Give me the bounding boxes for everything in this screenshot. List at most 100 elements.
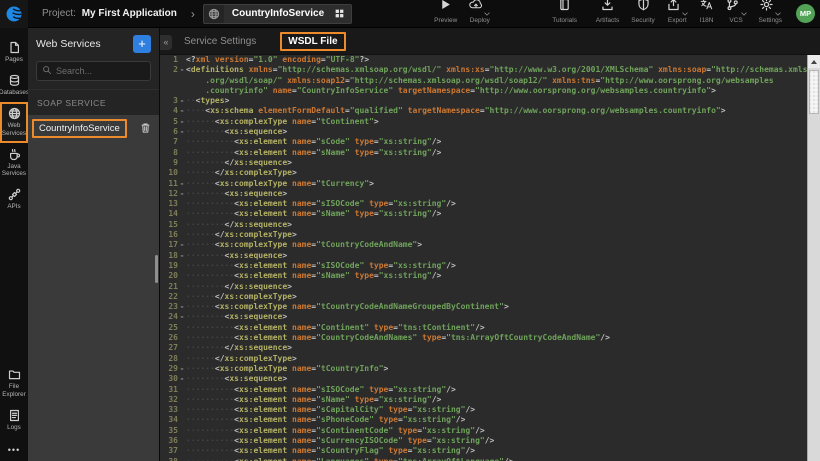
code-text[interactable]: <?xml version="1.0" encoding="UTF-8"?> (186, 55, 369, 65)
fold-toggle-icon[interactable]: - (178, 65, 186, 75)
code-line: 27········</xs:sequence> (160, 343, 807, 353)
tab-wsdl-file[interactable]: WSDL File (280, 32, 345, 51)
tab-service-settings[interactable]: Service Settings (184, 36, 256, 47)
security-button[interactable]: Security (625, 0, 660, 28)
line-number: 16 (163, 230, 178, 240)
code-text[interactable]: ··<types> (186, 96, 229, 106)
code-text[interactable]: .countryinfo" name="CountryInfoService" … (186, 86, 716, 96)
fold-toggle-icon[interactable]: - (178, 374, 186, 384)
code-text[interactable]: ··········<xs:element name="sName" type=… (186, 271, 441, 281)
code-text[interactable]: ··········<xs:element name="sCurrencyISO… (186, 436, 494, 446)
sidebar-item-logs[interactable]: Logs (0, 404, 28, 437)
code-text[interactable]: .org/wsdl/soap/" xmlns:soap12="http://sc… (186, 76, 774, 86)
export-button[interactable]: Export (661, 0, 694, 28)
code-text[interactable]: ··········<xs:element name="sCountryFlag… (186, 446, 475, 456)
code-text[interactable]: ····<xs:schema elementFormDefault="quali… (186, 106, 726, 116)
code-text[interactable]: ······</xs:complexType> (186, 168, 297, 178)
fold-toggle-icon[interactable]: - (178, 106, 186, 116)
action-label: Preview (434, 17, 457, 24)
sidebar-more-button[interactable]: ••• (8, 437, 20, 461)
artifacts-button[interactable]: Artifacts (590, 0, 625, 28)
code-text[interactable]: <definitions xmlns="http://schemas.xmlso… (186, 65, 807, 75)
fold-toggle-icon (178, 343, 186, 353)
code-text[interactable]: ········</xs:sequence> (186, 343, 292, 353)
service-search[interactable] (36, 61, 151, 81)
fold-toggle-icon[interactable]: - (178, 179, 186, 189)
code-text[interactable]: ········<xs:sequence> (186, 312, 287, 322)
collapse-panel-button[interactable]: « (160, 35, 172, 50)
search-input[interactable] (56, 66, 146, 76)
fold-toggle-icon[interactable]: - (178, 312, 186, 322)
code-line: 6-········<xs:sequence> (160, 127, 807, 137)
code-text[interactable]: ··········<xs:element name="sCapitalCity… (186, 405, 475, 415)
sidebar-item-label: APIs (7, 203, 20, 210)
code-text[interactable]: ······<xs:complexType name="tCountryInfo… (186, 364, 388, 374)
vcs-button[interactable]: VCS (720, 0, 753, 28)
code-text[interactable]: ········<xs:sequence> (186, 374, 287, 384)
editor-scrollbar[interactable] (807, 55, 820, 461)
code-text[interactable]: ········</xs:sequence> (186, 220, 292, 230)
code-text[interactable]: ······<xs:complexType name="tCountryCode… (186, 240, 422, 250)
code-text[interactable]: ··········<xs:element name="sName" type=… (186, 148, 441, 158)
settings-button[interactable]: Settings (753, 0, 789, 28)
sidebar-item-java-services[interactable]: Java Services (0, 143, 28, 183)
fold-toggle-icon[interactable]: - (178, 364, 186, 374)
scrollbar-thumb[interactable] (809, 70, 819, 114)
code-text[interactable]: ··········<xs:element name="sISOCode" ty… (186, 385, 456, 395)
code-text[interactable]: ······<xs:complexType name="tCurrency"> (186, 179, 374, 189)
fold-toggle-icon[interactable]: - (178, 240, 186, 250)
translate-icon (700, 0, 713, 16)
add-service-button[interactable]: + (133, 35, 151, 53)
code-text[interactable]: ······</xs:complexType> (186, 292, 297, 302)
code-text[interactable]: ··········<xs:element name="sCode" type=… (186, 137, 441, 147)
fold-toggle-icon (178, 158, 186, 168)
sidebar-item-pages[interactable]: Pages (0, 36, 28, 69)
project-name[interactable]: My First Application (82, 8, 177, 19)
grid-icon[interactable] (332, 8, 351, 19)
code-text[interactable]: ··········<xs:element name="sISOCode" ty… (186, 261, 456, 271)
user-avatar[interactable]: MP (796, 4, 815, 23)
code-text[interactable]: ··········<xs:element name="Continent" t… (186, 323, 485, 333)
tutorials-button[interactable]: Tutorials (546, 0, 583, 28)
sidebar-item-databases[interactable]: Databases (0, 69, 28, 102)
code-text[interactable]: ··········<xs:element name="CountryCodeA… (186, 333, 610, 343)
fold-toggle-icon[interactable]: - (178, 251, 186, 261)
service-tab[interactable]: CountryInfoService (203, 4, 352, 24)
wsdl-code-editor[interactable]: 1<?xml version="1.0" encoding="UTF-8"?> 2… (160, 55, 807, 461)
fold-toggle-icon[interactable]: - (178, 189, 186, 199)
trash-icon[interactable] (140, 122, 151, 134)
code-line: 10······</xs:complexType> (160, 168, 807, 178)
fold-toggle-icon (178, 354, 186, 364)
code-text[interactable]: ··········<xs:element name="sContinentCo… (186, 426, 485, 436)
scroll-up-button[interactable] (808, 55, 820, 68)
code-line: 1<?xml version="1.0" encoding="UTF-8"?> (160, 55, 807, 65)
code-text[interactable]: ··········<xs:element name="Languages" t… (186, 457, 514, 461)
code-text[interactable]: ········</xs:sequence> (186, 158, 292, 168)
fold-toggle-icon[interactable]: - (178, 127, 186, 137)
code-text[interactable]: ········<xs:sequence> (186, 189, 287, 199)
code-text[interactable]: ··········<xs:element name="sPhoneCode" … (186, 415, 465, 425)
app-logo[interactable] (0, 0, 28, 28)
fold-toggle-icon[interactable]: - (178, 96, 186, 106)
deploy-button[interactable]: Deploy (463, 0, 496, 28)
fold-toggle-icon[interactable]: - (178, 117, 186, 127)
code-text[interactable]: ······<xs:complexType name="tCountryCode… (186, 302, 509, 312)
fold-toggle-icon[interactable]: - (178, 302, 186, 312)
service-list-item[interactable]: CountryInfoService (28, 115, 159, 141)
sidebar-item-web-services[interactable]: Web Services (0, 102, 28, 142)
sidebar-item-apis[interactable]: APIs (0, 183, 28, 216)
code-text[interactable]: ··········<xs:element name="sName" type=… (186, 209, 441, 219)
code-text[interactable]: ········</xs:sequence> (186, 282, 292, 292)
code-text[interactable]: ········<xs:sequence> (186, 251, 287, 261)
code-text[interactable]: ······<xs:complexType name="tContinent"> (186, 117, 379, 127)
code-text[interactable]: ······</xs:complexType> (186, 354, 297, 364)
line-number: 14 (163, 209, 178, 219)
code-text[interactable]: ··········<xs:element name="sISOCode" ty… (186, 199, 456, 209)
sidebar-item-file-explorer[interactable]: File Explorer (0, 363, 28, 403)
code-text[interactable]: ······</xs:complexType> (186, 230, 297, 240)
i18n-button[interactable]: I18N (694, 0, 720, 28)
code-text[interactable]: ········<xs:sequence> (186, 127, 287, 137)
preview-button[interactable]: Preview (428, 0, 463, 28)
panel-scrollbar[interactable] (155, 255, 158, 283)
code-text[interactable]: ··········<xs:element name="sName" type=… (186, 395, 441, 405)
